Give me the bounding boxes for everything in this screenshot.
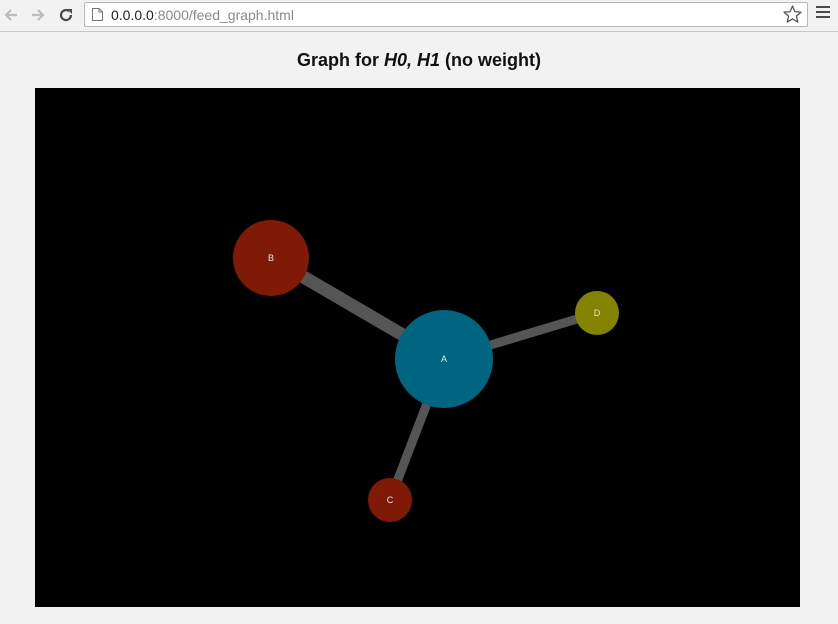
node-label-a: A	[441, 354, 447, 364]
reload-icon	[59, 8, 73, 22]
node-c[interactable]: C	[368, 478, 412, 522]
node-label-b: B	[268, 253, 274, 263]
star-icon[interactable]	[782, 4, 803, 25]
node-label-d: D	[594, 308, 601, 318]
node-d[interactable]: D	[575, 291, 619, 335]
hamburger-menu-icon[interactable]	[815, 6, 831, 22]
back-button[interactable]	[0, 4, 22, 26]
forward-button[interactable]	[27, 4, 49, 26]
browser-toolbar: 0.0.0.0:8000/feed_graph.html	[0, 0, 838, 32]
node-b[interactable]: B	[233, 220, 309, 296]
back-arrow-icon	[4, 9, 17, 21]
title-suffix: (no weight)	[440, 50, 542, 70]
page-icon	[92, 8, 103, 21]
address-bar[interactable]: 0.0.0.0:8000/feed_graph.html	[84, 2, 808, 27]
page-title: Graph for H0, H1 (no weight)	[0, 49, 838, 71]
graph-canvas[interactable]: A B C D	[35, 88, 800, 607]
graph-svg: A B C D	[233, 220, 619, 522]
node-a[interactable]: A	[395, 310, 493, 408]
url-text: 0.0.0.0:8000/feed_graph.html	[111, 7, 294, 23]
title-prefix: Graph for	[296, 50, 384, 70]
reload-button[interactable]	[55, 4, 77, 26]
node-label-c: C	[387, 495, 394, 505]
url-host: 0.0.0.0	[111, 7, 154, 23]
url-path: :8000/feed_graph.html	[153, 7, 294, 23]
title-italic: H0, H1	[384, 50, 441, 70]
forward-arrow-icon	[32, 9, 45, 21]
